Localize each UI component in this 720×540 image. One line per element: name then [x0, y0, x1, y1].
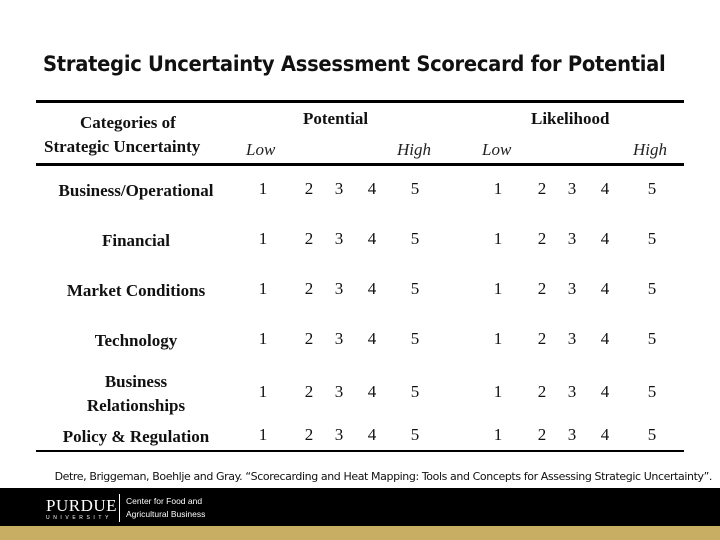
likelihood-high-label: High	[633, 140, 667, 159]
likelihood-header: Likelihood	[531, 109, 610, 128]
category-market-conditions: Market Conditions	[66, 281, 206, 300]
category-business-relationships-line1: Business	[104, 372, 168, 391]
potential-score-market-conditions-1: 1	[258, 279, 268, 298]
center-name-line2: Agricultural Business	[126, 509, 206, 519]
table-top-rule	[36, 100, 684, 103]
likelihood-score-technology-1: 1	[493, 329, 503, 348]
potential-score-technology-5: 5	[410, 329, 420, 348]
likelihood-score-business-operational-4: 4	[600, 179, 610, 198]
potential-score-market-conditions-4: 4	[367, 279, 377, 298]
likelihood-score-policy-regulation-5: 5	[647, 425, 657, 444]
likelihood-score-technology-4: 4	[600, 329, 610, 348]
potential-score-policy-regulation-2: 2	[304, 425, 314, 444]
likelihood-score-technology-2: 2	[537, 329, 547, 348]
potential-score-financial-5: 5	[410, 229, 420, 248]
potential-score-technology-1: 1	[258, 329, 268, 348]
likelihood-score-market-conditions-1: 1	[493, 279, 503, 298]
likelihood-score-policy-regulation-4: 4	[600, 425, 610, 444]
potential-score-business-operational-4: 4	[367, 179, 377, 198]
category-header-line2: Strategic Uncertainty	[44, 137, 201, 156]
likelihood-score-business-relationships-3: 3	[567, 382, 577, 401]
likelihood-score-technology-3: 3	[567, 329, 577, 348]
potential-score-business-relationships-2: 2	[304, 382, 314, 401]
potential-score-policy-regulation-1: 1	[258, 425, 268, 444]
category-business-relationships-line2: Relationships	[86, 396, 186, 415]
potential-score-financial-1: 1	[258, 229, 268, 248]
purdue-logo-wordmark: PURDUE	[46, 496, 118, 515]
potential-header: Potential	[303, 109, 369, 128]
potential-score-business-operational-1: 1	[258, 179, 268, 198]
likelihood-score-market-conditions-4: 4	[600, 279, 610, 298]
likelihood-score-business-operational-5: 5	[647, 179, 657, 198]
footer-gold-stripe	[0, 526, 720, 540]
potential-score-financial-2: 2	[304, 229, 314, 248]
potential-low-label: Low	[246, 140, 276, 159]
potential-score-business-relationships-3: 3	[334, 382, 344, 401]
slide-title: Strategic Uncertainty Assessment Scoreca…	[43, 52, 666, 76]
likelihood-score-business-operational-2: 2	[537, 179, 547, 198]
likelihood-score-business-relationships-4: 4	[600, 382, 610, 401]
table-bottom-rule	[36, 450, 684, 452]
potential-score-market-conditions-5: 5	[410, 279, 420, 298]
potential-score-business-relationships-1: 1	[258, 382, 268, 401]
potential-score-financial-3: 3	[334, 229, 344, 248]
likelihood-score-business-operational-1: 1	[493, 179, 503, 198]
potential-score-business-operational-5: 5	[410, 179, 420, 198]
potential-score-business-relationships-5: 5	[410, 382, 420, 401]
potential-score-technology-4: 4	[367, 329, 377, 348]
likelihood-score-market-conditions-2: 2	[537, 279, 547, 298]
likelihood-score-policy-regulation-2: 2	[537, 425, 547, 444]
category-policy-regulation: Policy & Regulation	[62, 427, 210, 446]
likelihood-score-financial-2: 2	[537, 229, 547, 248]
center-name-line1: Center for Food and	[126, 496, 203, 506]
likelihood-score-business-relationships-5: 5	[647, 382, 657, 401]
potential-high-label: High	[397, 140, 431, 159]
likelihood-score-business-relationships-2: 2	[537, 382, 547, 401]
potential-score-business-operational-3: 3	[334, 179, 344, 198]
likelihood-score-technology-5: 5	[647, 329, 657, 348]
likelihood-low-label: Low	[482, 140, 512, 159]
category-header-line1: Categories of	[80, 113, 176, 132]
category-technology: Technology	[94, 331, 178, 350]
likelihood-score-financial-3: 3	[567, 229, 577, 248]
likelihood-score-market-conditions-5: 5	[647, 279, 657, 298]
table-header-rule	[36, 163, 684, 166]
likelihood-score-business-operational-3: 3	[567, 179, 577, 198]
likelihood-score-policy-regulation-3: 3	[567, 425, 577, 444]
potential-score-market-conditions-2: 2	[304, 279, 314, 298]
potential-score-policy-regulation-5: 5	[410, 425, 420, 444]
likelihood-score-market-conditions-3: 3	[567, 279, 577, 298]
likelihood-score-business-relationships-1: 1	[493, 382, 503, 401]
category-business-operational: Business/Operational	[58, 181, 214, 200]
likelihood-score-financial-1: 1	[493, 229, 503, 248]
logo-divider	[119, 494, 120, 522]
potential-score-market-conditions-3: 3	[334, 279, 344, 298]
category-financial: Financial	[101, 231, 170, 250]
likelihood-score-policy-regulation-1: 1	[493, 425, 503, 444]
citation: Detre, Briggeman, Boehlje and Gray. “Sco…	[54, 470, 713, 483]
likelihood-score-financial-5: 5	[647, 229, 657, 248]
potential-score-policy-regulation-4: 4	[367, 425, 377, 444]
likelihood-score-financial-4: 4	[600, 229, 610, 248]
potential-score-technology-3: 3	[334, 329, 344, 348]
potential-score-business-operational-2: 2	[304, 179, 314, 198]
potential-score-business-relationships-4: 4	[367, 382, 377, 401]
potential-score-policy-regulation-3: 3	[334, 425, 344, 444]
potential-score-financial-4: 4	[367, 229, 377, 248]
potential-score-technology-2: 2	[304, 329, 314, 348]
purdue-logo-university: UNIVERSITY	[46, 515, 113, 521]
